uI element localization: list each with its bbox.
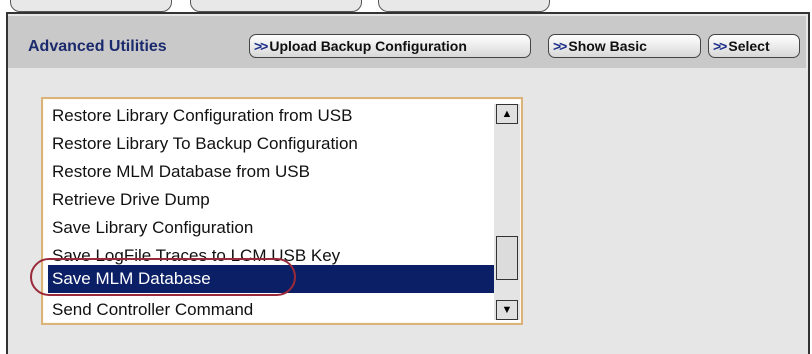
select-button[interactable]: >> Select <box>708 34 800 58</box>
panel-title: Advanced Utilities <box>28 38 167 55</box>
tab-clipped-1[interactable] <box>10 0 172 12</box>
list-item[interactable]: Restore Library To Backup Configuration <box>50 130 494 158</box>
select-label: Select <box>728 38 770 54</box>
list-item[interactable]: Save MLM Database <box>48 265 494 293</box>
chevron-right-icon: >> <box>254 38 268 54</box>
list-item[interactable]: Send Controller Command <box>50 296 494 322</box>
scroll-up-button[interactable]: ▲ <box>496 104 518 124</box>
scroll-thumb[interactable] <box>496 236 518 280</box>
list-scrollbar[interactable] <box>494 104 520 320</box>
list-item[interactable]: Restore Library Configuration from USB <box>50 102 494 130</box>
upload-backup-configuration-label: Upload Backup Configuration <box>269 38 467 54</box>
tab-clipped-2[interactable] <box>190 0 362 12</box>
utilities-listbox[interactable]: Restore Library Configuration from USB Re… <box>44 100 520 322</box>
list-item[interactable]: Restore MLM Database from USB <box>50 158 494 186</box>
upload-backup-configuration-button[interactable]: >> Upload Backup Configuration <box>249 34 531 58</box>
chevron-right-icon: >> <box>553 38 567 54</box>
triangle-down-icon: ▼ <box>501 304 513 316</box>
tab-clipped-3[interactable] <box>378 0 550 12</box>
scroll-down-button[interactable]: ▼ <box>496 300 518 320</box>
show-basic-button[interactable]: >> Show Basic <box>548 34 701 58</box>
show-basic-label: Show Basic <box>568 38 647 54</box>
list-item[interactable]: Save Library Configuration <box>50 214 494 242</box>
list-item[interactable]: Retrieve Drive Dump <box>50 186 494 214</box>
chevron-right-icon: >> <box>713 38 727 54</box>
triangle-up-icon: ▲ <box>501 108 513 120</box>
